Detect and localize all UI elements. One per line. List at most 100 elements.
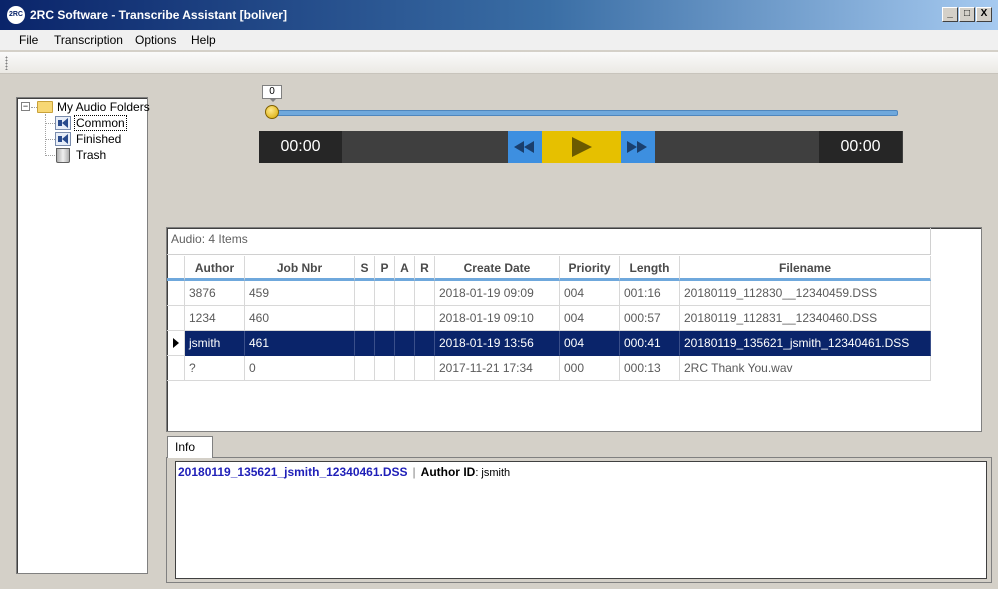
toolbar-grip-icon[interactable] <box>5 56 8 70</box>
cell-r[interactable] <box>415 306 435 331</box>
cell-author[interactable]: 1234 <box>185 306 245 331</box>
tree-connector <box>45 123 55 124</box>
info-separator: | <box>412 465 416 479</box>
tree-item-finished[interactable]: Finished <box>76 131 121 147</box>
cell-create-date[interactable]: 2017-11-21 17:34 <box>435 356 560 381</box>
column-header-create-date[interactable]: Create Date <box>435 256 560 281</box>
cell-p[interactable] <box>375 356 395 381</box>
cell-s[interactable] <box>355 281 375 306</box>
close-button[interactable]: X <box>976 7 992 22</box>
row-header[interactable] <box>167 281 185 306</box>
column-header-filename[interactable]: Filename <box>680 256 931 281</box>
slider-thumb[interactable] <box>265 105 279 119</box>
column-header-r[interactable]: R <box>415 256 435 281</box>
cell-priority[interactable]: 000 <box>560 356 620 381</box>
column-header-a[interactable]: A <box>395 256 415 281</box>
cell-r[interactable] <box>415 281 435 306</box>
tab-info[interactable]: Info <box>167 436 213 458</box>
rewind-button[interactable] <box>508 131 542 163</box>
column-header-author[interactable]: Author <box>185 256 245 281</box>
menu-file[interactable]: File <box>19 33 38 47</box>
menu-help[interactable]: Help <box>191 33 216 47</box>
fast-forward-icon <box>627 141 647 153</box>
cell-p[interactable] <box>375 306 395 331</box>
cell-filename[interactable]: 20180119_112830__12340459.DSS <box>680 281 931 306</box>
row-header[interactable] <box>167 356 185 381</box>
cell-priority[interactable]: 004 <box>560 281 620 306</box>
cell-filename[interactable]: 2RC Thank You.wav <box>680 356 931 381</box>
cell-p[interactable] <box>375 281 395 306</box>
position-tooltip: 0 <box>262 85 282 102</box>
cell-author[interactable]: jsmith <box>185 331 245 356</box>
column-header-s[interactable]: S <box>355 256 375 281</box>
cell-job-nbr[interactable]: 460 <box>245 306 355 331</box>
cell-r[interactable] <box>415 356 435 381</box>
menu-options[interactable]: Options <box>135 33 176 47</box>
cell-s[interactable] <box>355 306 375 331</box>
speaker-folder-icon <box>55 116 71 130</box>
row-header[interactable] <box>167 306 185 331</box>
cell-s[interactable] <box>355 356 375 381</box>
play-icon <box>572 137 592 157</box>
player-bar: 00:00 00:00 <box>259 131 903 163</box>
app-logo-icon: 2RC <box>7 6 25 24</box>
title-bar[interactable]: 2RC 2RC Software - Transcribe Assistant … <box>0 0 998 30</box>
cell-p[interactable] <box>375 331 395 356</box>
play-button[interactable] <box>542 131 621 163</box>
grid-caption: Audio: 4 Items <box>171 232 248 246</box>
cell-create-date[interactable]: 2018-01-19 09:10 <box>435 306 560 331</box>
cell-filename[interactable]: 20180119_135621_jsmith_12340461.DSS <box>680 331 931 356</box>
cell-s[interactable] <box>355 331 375 356</box>
window-title: 2RC Software - Transcribe Assistant [bol… <box>30 8 287 22</box>
minimize-button[interactable]: _ <box>942 7 958 22</box>
cell-author[interactable]: 3876 <box>185 281 245 306</box>
row-pointer-icon <box>173 338 179 348</box>
position-slider[interactable] <box>268 110 898 116</box>
menu-bar: File Transcription Options Help <box>0 30 998 50</box>
tree-connector <box>45 139 55 140</box>
cell-a[interactable] <box>395 281 415 306</box>
info-author-value: : jsmith <box>475 467 511 479</box>
fast-forward-button[interactable] <box>621 131 655 163</box>
cell-a[interactable] <box>395 306 415 331</box>
cell-length[interactable]: 000:57 <box>620 306 680 331</box>
tree-item-label: Common <box>74 115 127 131</box>
tree-item-trash[interactable]: Trash <box>76 147 106 163</box>
cell-length[interactable]: 000:41 <box>620 331 680 356</box>
audio-grid[interactable]: Audio: 4 Items Author Job Nbr S P A R Cr… <box>166 227 982 432</box>
row-header-corner <box>167 256 185 281</box>
total-time: 00:00 <box>819 131 902 163</box>
cell-filename[interactable]: 20180119_112831__12340460.DSS <box>680 306 931 331</box>
cell-priority[interactable]: 004 <box>560 306 620 331</box>
tree-item-common[interactable]: Common <box>74 115 127 131</box>
cell-r[interactable] <box>415 331 435 356</box>
cell-job-nbr[interactable]: 0 <box>245 356 355 381</box>
cell-priority[interactable]: 004 <box>560 331 620 356</box>
menu-transcription[interactable]: Transcription <box>54 33 123 47</box>
cell-a[interactable] <box>395 331 415 356</box>
cell-a[interactable] <box>395 356 415 381</box>
collapse-icon[interactable]: − <box>21 102 30 111</box>
speaker-folder-icon <box>55 132 71 146</box>
cell-create-date[interactable]: 2018-01-19 09:09 <box>435 281 560 306</box>
tree-item-root[interactable]: My Audio Folders <box>57 99 150 115</box>
info-filename: 20180119_135621_jsmith_12340461.DSS <box>178 465 408 479</box>
column-header-length[interactable]: Length <box>620 256 680 281</box>
elapsed-time: 00:00 <box>259 131 342 163</box>
cell-create-date[interactable]: 2018-01-19 13:56 <box>435 331 560 356</box>
cell-length[interactable]: 000:13 <box>620 356 680 381</box>
info-content[interactable]: 20180119_135621_jsmith_12340461.DSS | Auth… <box>175 461 987 579</box>
cell-author[interactable]: ? <box>185 356 245 381</box>
cell-job-nbr[interactable]: 461 <box>245 331 355 356</box>
folder-tree[interactable]: − My Audio Folders Common Finished Trash <box>16 97 150 574</box>
info-author-label: Author ID <box>420 465 476 479</box>
info-panel: 20180119_135621_jsmith_12340461.DSS | Auth… <box>166 457 992 583</box>
row-header-current[interactable] <box>167 331 185 356</box>
maximize-button[interactable]: □ <box>959 7 975 22</box>
cell-length[interactable]: 001:16 <box>620 281 680 306</box>
column-header-p[interactable]: P <box>375 256 395 281</box>
column-header-priority[interactable]: Priority <box>560 256 620 281</box>
column-header-job-nbr[interactable]: Job Nbr <box>245 256 355 281</box>
folder-icon <box>37 101 53 113</box>
cell-job-nbr[interactable]: 459 <box>245 281 355 306</box>
